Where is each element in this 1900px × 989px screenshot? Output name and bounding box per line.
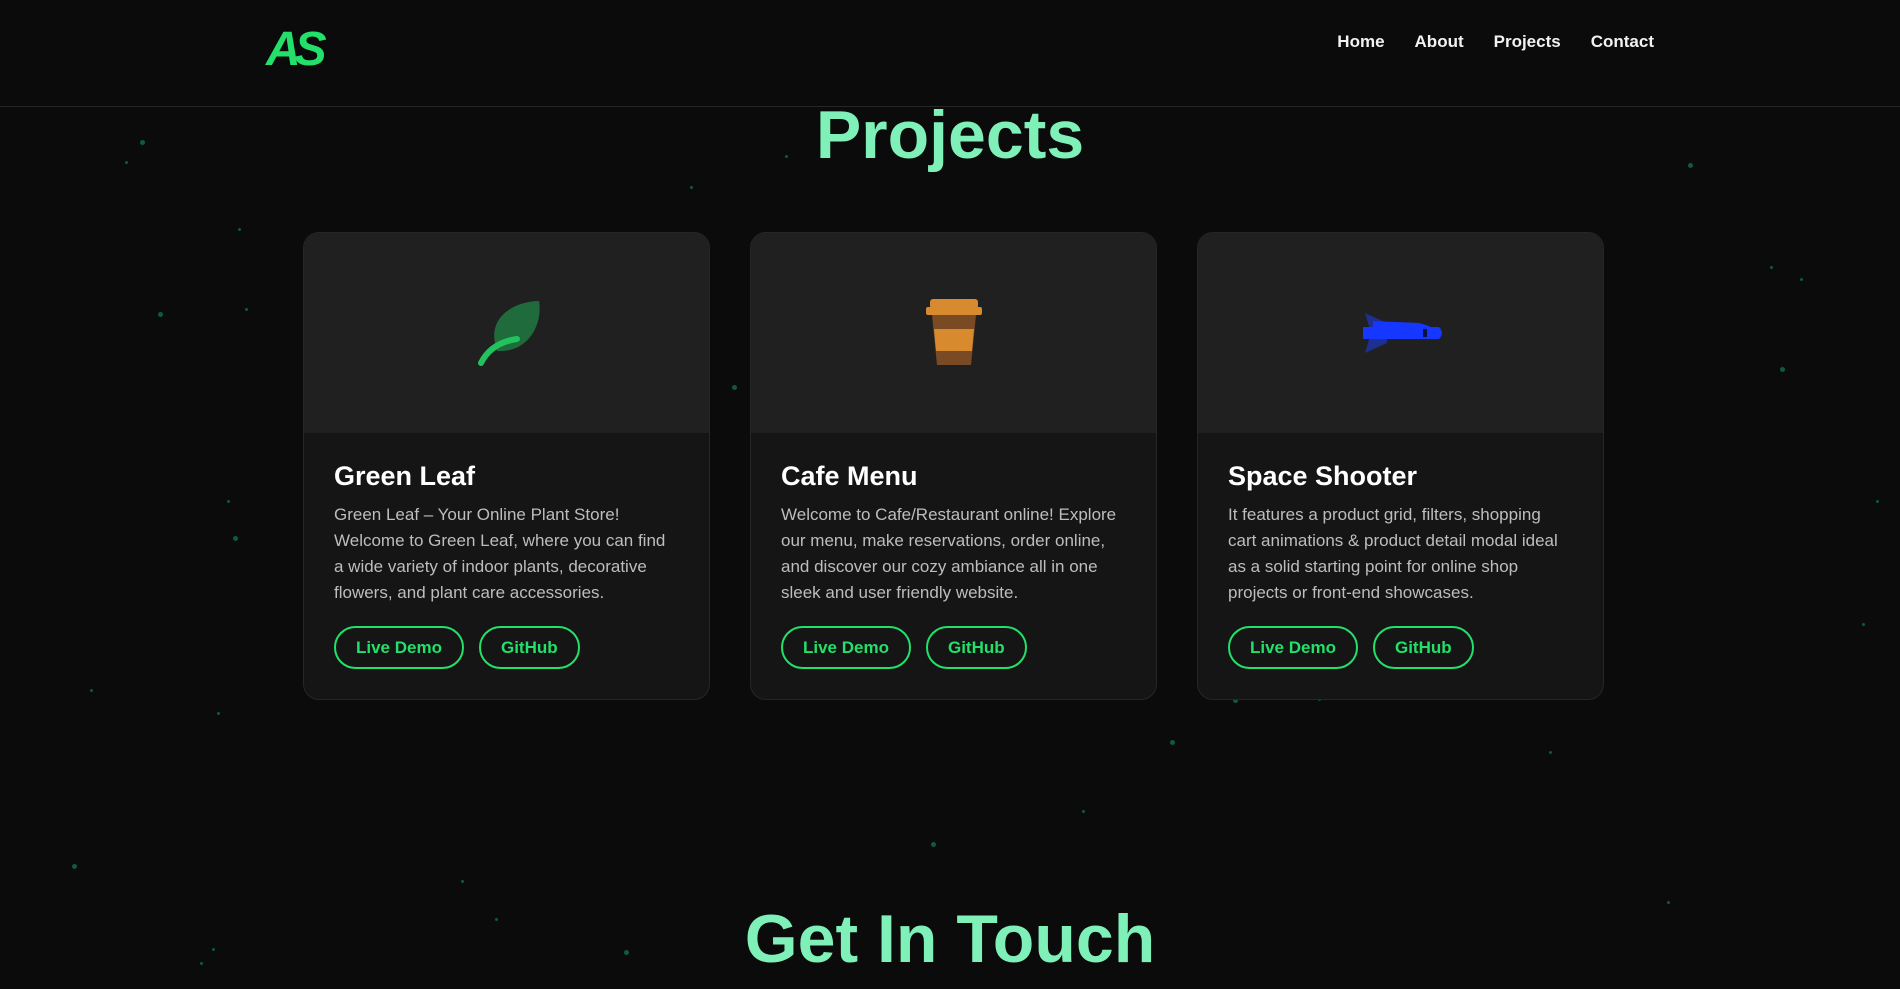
particle-dot (72, 864, 77, 869)
particle-dot (1770, 266, 1773, 269)
leaf-icon (477, 301, 540, 366)
particle-dot (233, 536, 238, 541)
coffee-cup-icon (925, 299, 982, 365)
particle-dot (1780, 367, 1785, 372)
project-card-space-shooter: Space Shooter It features a product grid… (1197, 232, 1604, 700)
particle-dot (461, 880, 464, 883)
card-description: Green Leaf – Your Online Plant Store! We… (334, 505, 666, 602)
card-title: Cafe Menu (781, 461, 918, 491)
github-button[interactable]: GitHub (1372, 626, 1474, 669)
github-button[interactable]: GitHub (478, 626, 580, 669)
card-description: It features a product grid, filters, sho… (1228, 505, 1558, 602)
particle-dot (1549, 751, 1552, 754)
particle-dot (158, 312, 163, 317)
logo[interactable]: AS (266, 22, 327, 77)
particle-dot (1876, 500, 1879, 503)
project-card-green-leaf: Green Leaf Green Leaf – Your Online Plan… (303, 232, 710, 700)
particle-dot (217, 712, 220, 715)
card-media (1198, 233, 1603, 433)
github-button[interactable]: GitHub (925, 626, 1027, 669)
nav-projects[interactable]: Projects (1494, 32, 1561, 52)
live-demo-button[interactable]: Live Demo (1228, 626, 1358, 669)
projects-title: Projects (815, 97, 1085, 173)
particle-dot (245, 308, 248, 311)
project-card-cafe-menu: Cafe Menu Welcome to Cafe/Restaurant onl… (750, 232, 1157, 700)
contact-title: Get In Touch (744, 901, 1156, 977)
card-title: Green Leaf (334, 461, 476, 491)
particle-dot (90, 689, 93, 692)
nav-about[interactable]: About (1415, 32, 1464, 52)
nav-home[interactable]: Home (1337, 32, 1384, 52)
card-description: Welcome to Cafe/Restaurant online! Explo… (781, 505, 1117, 602)
particle-dot (238, 228, 241, 231)
particle-dot (1800, 278, 1803, 281)
spaceship-icon (1362, 313, 1442, 353)
nav-contact[interactable]: Contact (1591, 32, 1654, 52)
particle-dot (931, 842, 936, 847)
site-header: AS Home About Projects Contact (0, 0, 1900, 107)
particle-dot (227, 500, 230, 503)
main-nav: Home About Projects Contact (1337, 32, 1654, 52)
live-demo-button[interactable]: Live Demo (334, 626, 464, 669)
particle-dot (1082, 810, 1085, 813)
particle-dot (1862, 623, 1865, 626)
card-title: Space Shooter (1228, 461, 1418, 491)
card-media (751, 233, 1156, 433)
particle-dot (1170, 740, 1175, 745)
live-demo-button[interactable]: Live Demo (781, 626, 911, 669)
card-media (304, 233, 709, 433)
particle-dot (690, 186, 693, 189)
project-cards: Green Leaf Green Leaf – Your Online Plan… (303, 232, 1604, 700)
